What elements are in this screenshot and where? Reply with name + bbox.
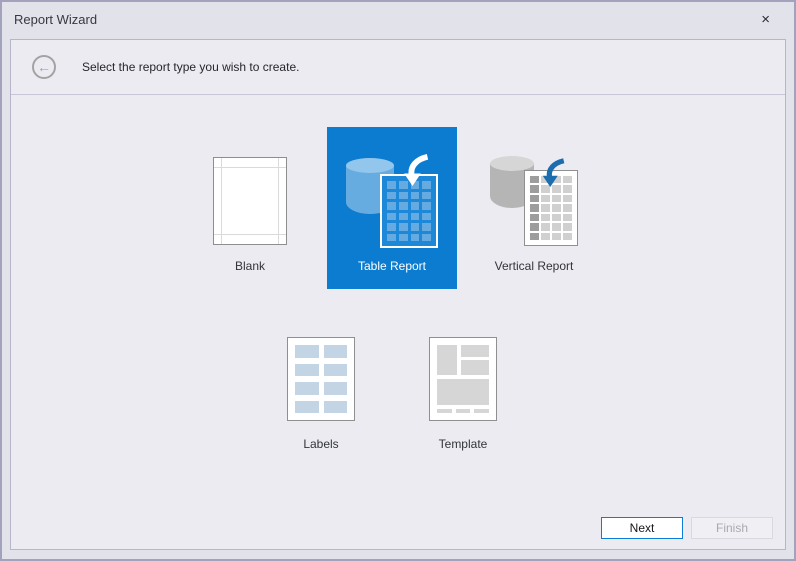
icon-cell bbox=[324, 382, 348, 395]
report-wizard-window: Report Wizard × ← Select the report type… bbox=[0, 0, 796, 561]
icon-cell bbox=[563, 233, 572, 240]
next-button[interactable]: Next bbox=[601, 517, 683, 539]
icon-cell bbox=[563, 204, 572, 211]
icon-cell bbox=[530, 233, 539, 240]
icon-cell bbox=[530, 223, 539, 230]
database-table-import-icon bbox=[346, 154, 438, 248]
icon-cell bbox=[387, 234, 396, 242]
icon-cell bbox=[552, 204, 561, 211]
icon-cell bbox=[563, 195, 572, 202]
icon-cell bbox=[324, 401, 348, 414]
report-type-row-1: Blank Table Report bbox=[185, 127, 599, 289]
report-type-tile-vertical-report[interactable]: Vertical Report bbox=[469, 127, 599, 289]
import-arrow-icon bbox=[539, 158, 566, 189]
report-type-tile-template[interactable]: Template bbox=[398, 305, 528, 467]
report-type-row-2: Labels Template bbox=[256, 305, 528, 467]
icon-cell bbox=[530, 176, 539, 183]
icon-area bbox=[185, 155, 315, 247]
icon-cell bbox=[387, 192, 396, 200]
wizard-instruction: Select the report type you wish to creat… bbox=[82, 60, 299, 74]
icon-cell bbox=[295, 345, 319, 358]
icon-cell bbox=[399, 192, 408, 200]
icon-cell bbox=[295, 401, 319, 414]
report-type-tile-table-report[interactable]: Table Report bbox=[327, 127, 457, 289]
tile-label: Template bbox=[439, 437, 488, 451]
tile-label: Table Report bbox=[358, 259, 426, 273]
wizard-footer: Next Finish bbox=[601, 517, 773, 539]
icon-cell bbox=[399, 223, 408, 231]
icon-cell bbox=[411, 223, 420, 231]
import-arrow-icon bbox=[400, 154, 430, 188]
icon-cell bbox=[387, 181, 396, 189]
icon-cell bbox=[411, 202, 420, 210]
icon-cell bbox=[399, 213, 408, 221]
icon-cell bbox=[324, 364, 348, 377]
icon-cell bbox=[422, 192, 431, 200]
icon-cell bbox=[541, 233, 550, 240]
icon-cell bbox=[552, 195, 561, 202]
labels-page-icon bbox=[287, 337, 355, 421]
icon-area bbox=[256, 333, 386, 425]
icon-cell bbox=[411, 192, 420, 200]
icon-cell bbox=[541, 195, 550, 202]
icon-cell bbox=[530, 195, 539, 202]
icon-cell bbox=[530, 214, 539, 221]
wizard-header: ← Select the report type you wish to cre… bbox=[11, 40, 785, 95]
blank-page-icon bbox=[213, 157, 287, 245]
icon-cell bbox=[387, 213, 396, 221]
icon-cell bbox=[387, 223, 396, 231]
wizard-panel: ← Select the report type you wish to cre… bbox=[10, 39, 786, 550]
icon-area bbox=[327, 155, 457, 247]
report-type-list: Blank Table Report bbox=[11, 96, 785, 505]
back-button[interactable]: ← bbox=[32, 55, 56, 79]
report-type-tile-blank[interactable]: Blank bbox=[185, 127, 315, 289]
tile-label: Vertical Report bbox=[495, 259, 574, 273]
icon-cell bbox=[422, 213, 431, 221]
icon-cell bbox=[399, 234, 408, 242]
title-bar: Report Wizard × bbox=[2, 2, 794, 37]
icon-cell bbox=[541, 214, 550, 221]
icon-cell bbox=[563, 223, 572, 230]
icon-cell bbox=[422, 202, 431, 210]
icon-cell bbox=[530, 185, 539, 192]
icon-cell bbox=[422, 223, 431, 231]
icon-cell bbox=[541, 204, 550, 211]
report-type-tile-labels[interactable]: Labels bbox=[256, 305, 386, 467]
finish-button[interactable]: Finish bbox=[691, 517, 773, 539]
icon-cell bbox=[552, 223, 561, 230]
icon-cell bbox=[387, 202, 396, 210]
icon-area bbox=[469, 155, 599, 247]
close-icon[interactable]: × bbox=[757, 10, 774, 29]
icon-cell bbox=[530, 204, 539, 211]
icon-cell bbox=[422, 234, 431, 242]
icon-cell bbox=[411, 234, 420, 242]
template-page-icon bbox=[429, 337, 497, 421]
icon-cell bbox=[411, 213, 420, 221]
icon-cell bbox=[563, 214, 572, 221]
icon-cell bbox=[295, 382, 319, 395]
tile-label: Blank bbox=[235, 259, 265, 273]
icon-cell bbox=[541, 223, 550, 230]
tile-label: Labels bbox=[303, 437, 338, 451]
icon-cell bbox=[552, 214, 561, 221]
icon-cell bbox=[552, 233, 561, 240]
icon-cell bbox=[324, 345, 348, 358]
back-arrow-icon: ← bbox=[37, 60, 51, 74]
icon-area bbox=[398, 333, 528, 425]
database-vertical-import-icon bbox=[488, 154, 580, 248]
icon-cell bbox=[295, 364, 319, 377]
icon-cell bbox=[399, 202, 408, 210]
window-title: Report Wizard bbox=[14, 12, 97, 27]
